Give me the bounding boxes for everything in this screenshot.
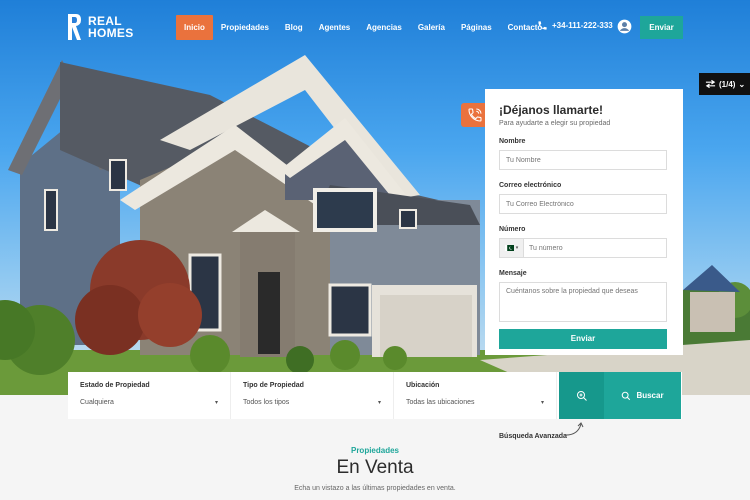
slider-control[interactable]: (1/4) ⌄ [699, 73, 750, 95]
chevron-down-icon: ⌄ [738, 79, 746, 89]
nav-item-agentes[interactable]: Agentes [311, 15, 359, 40]
user-account-icon[interactable] [617, 19, 632, 34]
phone-icon [538, 21, 547, 30]
type-select[interactable]: Tipo de Propiedad Todos los tipos ▾ [231, 372, 394, 419]
main-nav: Inicio Propiedades Blog Agentes Agencias… [176, 15, 550, 40]
advanced-search-button[interactable] [559, 372, 604, 419]
location-label: Ubicación [406, 382, 440, 389]
form-title: ¡Déjanos llamarte! [499, 103, 604, 117]
section-kicker: Propiedades [350, 446, 399, 455]
brand-line-2: HOMES [88, 26, 134, 40]
search-button[interactable]: Buscar [604, 372, 681, 419]
header-phone[interactable]: +34-111-222-333 [537, 20, 613, 31]
location-select[interactable]: Ubicación Todas las ubicaciones ▾ [394, 372, 557, 419]
name-label: Nombre [499, 138, 526, 145]
caret-down-icon: ▾ [214, 400, 218, 406]
section-subtitle: Echa un vistazo a las últimas propiedade… [294, 485, 456, 492]
callback-form: ¡Déjanos llamarte! Para ayudarte a elegi… [485, 89, 683, 355]
phone-call-icon [468, 108, 482, 122]
email-field[interactable] [499, 194, 667, 214]
site-header: REAL HOMES Inicio Propiedades Blog Agent… [0, 0, 750, 56]
form-subtitle: Para ayudarte a elegir su propiedad [499, 120, 611, 127]
status-select[interactable]: Estado de Propiedad Cualquiera ▾ [68, 372, 231, 419]
nav-item-blog[interactable]: Blog [277, 15, 311, 40]
brand-name: REAL HOMES [88, 15, 134, 39]
search-label: Buscar [636, 391, 664, 400]
nav-item-inicio[interactable]: Inicio [176, 15, 213, 40]
curved-arrow-icon [565, 422, 584, 436]
logo-mark-icon [68, 14, 81, 40]
caret-down-icon: ▾ [515, 245, 519, 251]
number-label: Número [499, 226, 526, 233]
advanced-search-link[interactable]: Búsqueda Avanzada [499, 433, 567, 440]
phone-input-group: ▾ [499, 238, 667, 258]
message-field[interactable] [499, 282, 667, 322]
header-submit-button[interactable]: Enviar [640, 16, 683, 39]
type-label: Tipo de Propiedad [243, 382, 304, 389]
swap-arrows-icon [705, 79, 716, 89]
status-value: Cualquiera [80, 399, 114, 406]
phone-number: +34-111-222-333 [552, 21, 613, 30]
nav-item-agencias[interactable]: Agencias [358, 15, 410, 40]
message-label: Mensaje [499, 270, 527, 277]
email-label: Correo electrónico [499, 182, 562, 189]
caret-down-icon: ▾ [377, 400, 381, 406]
nav-item-propiedades[interactable]: Propiedades [213, 15, 277, 40]
pakistan-flag-icon [504, 245, 514, 251]
type-value: Todos los tipos [243, 399, 290, 406]
location-value: Todas las ubicaciones [406, 399, 475, 406]
send-button[interactable]: Enviar [499, 328, 667, 349]
name-field[interactable] [499, 150, 667, 170]
caret-down-icon: ▾ [540, 400, 544, 406]
section-title: En Venta [336, 457, 414, 478]
zoom-in-icon [576, 390, 587, 401]
nav-item-paginas[interactable]: Páginas [453, 15, 500, 40]
country-selector[interactable]: ▾ [500, 239, 524, 257]
search-icon [622, 391, 631, 400]
brand-logo[interactable]: REAL HOMES [66, 12, 134, 42]
slider-counter: (1/4) [719, 79, 736, 89]
nav-item-galeria[interactable]: Galería [410, 15, 453, 40]
status-label: Estado de Propiedad [80, 382, 150, 389]
property-search-bar: Estado de Propiedad Cualquiera ▾ Tipo de … [68, 372, 682, 419]
phone-field[interactable] [524, 244, 664, 252]
